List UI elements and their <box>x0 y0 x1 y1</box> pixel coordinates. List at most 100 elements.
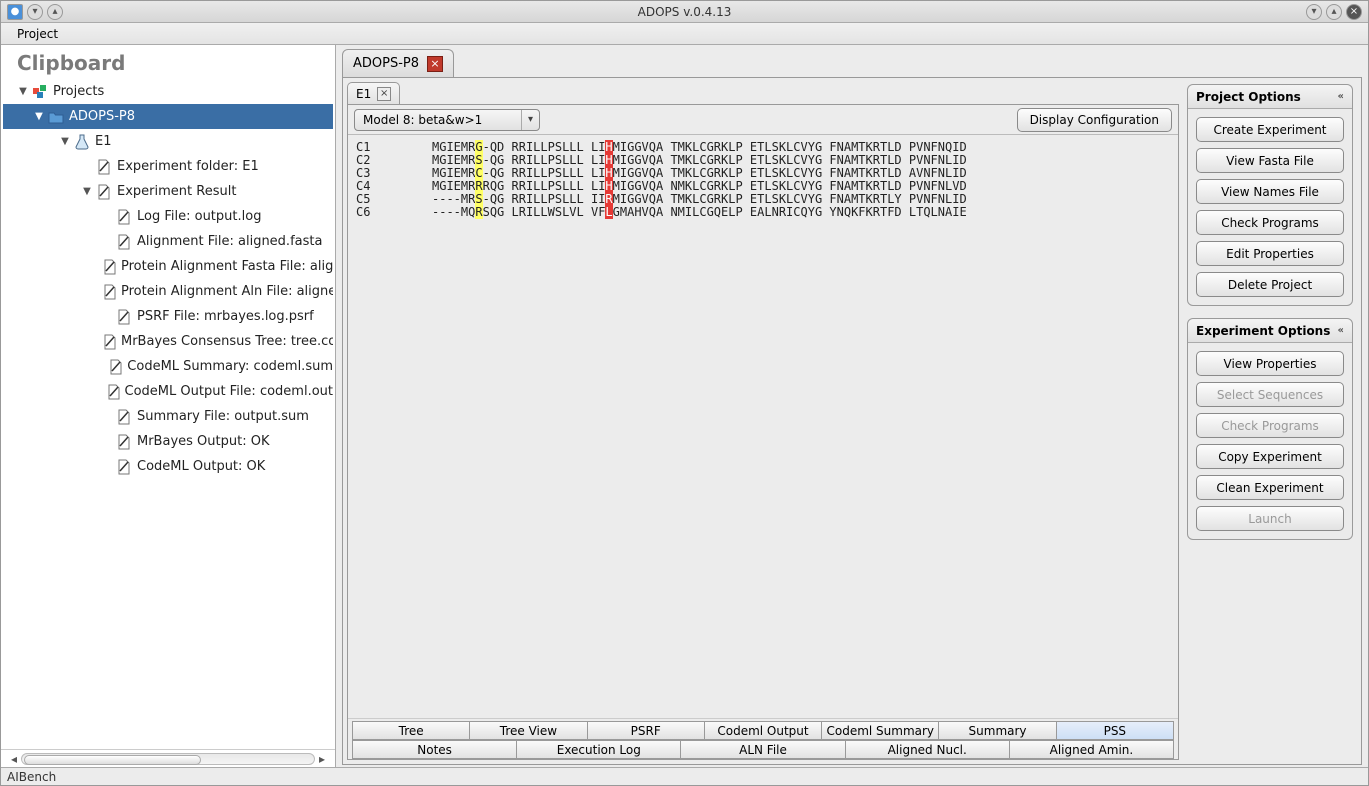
tree-label: MrBayes Consensus Tree: tree.con <box>121 334 333 349</box>
twisty-icon[interactable]: ▼ <box>59 136 71 147</box>
scroll-right-icon[interactable]: ▸ <box>315 752 329 766</box>
tree-project-adops-p8[interactable]: ▼ ADOPS-P8 <box>3 104 333 129</box>
project-options-panel: Project Options « Create Experiment View … <box>1187 84 1353 306</box>
collapse-icon[interactable]: « <box>1338 91 1344 102</box>
tree-experiment-folder[interactable]: Experiment folder: E1 <box>3 154 333 179</box>
experiment-tab-strip: E1 × <box>343 78 1183 104</box>
copy-experiment-button[interactable]: Copy Experiment <box>1196 444 1344 469</box>
project-panel: E1 × Model 8: beta&w>1 ▾ Displ <box>342 77 1362 765</box>
tree-label: Summary File: output.sum <box>137 409 309 424</box>
bottom-tab-summary[interactable]: Summary <box>938 721 1056 740</box>
tree-file[interactable]: Protein Alignment Aln File: aligned_prot… <box>3 279 333 304</box>
titlebar: ● ▾ ▴ ADOPS v.0.4.13 ▾ ▴ × <box>1 1 1368 23</box>
menu-project[interactable]: Project <box>9 25 66 43</box>
twisty-icon[interactable]: ▼ <box>33 111 45 122</box>
projects-icon <box>31 83 49 101</box>
tree-file[interactable]: CodeML Output: OK <box>3 454 333 479</box>
right-column: Project Options « Create Experiment View … <box>1183 78 1361 764</box>
bottom-tab-aligned-amin-[interactable]: Aligned Amin. <box>1009 740 1174 759</box>
tree-experiment-result[interactable]: ▼ Experiment Result <box>3 179 333 204</box>
tree-label: Projects <box>53 84 104 99</box>
create-experiment-button[interactable]: Create Experiment <box>1196 117 1344 142</box>
tree-label: Experiment Result <box>117 184 236 199</box>
collapse-icon[interactable]: « <box>1338 325 1344 336</box>
tree-file[interactable]: MrBayes Consensus Tree: tree.con <box>3 329 333 354</box>
view-fasta-file-button[interactable]: View Fasta File <box>1196 148 1344 173</box>
bottom-tab-tree[interactable]: Tree <box>352 721 470 740</box>
clean-experiment-button[interactable]: Clean Experiment <box>1196 475 1344 500</box>
scroll-track[interactable] <box>21 753 315 765</box>
maximize-icon[interactable]: ▴ <box>1326 4 1342 20</box>
view-properties-button[interactable]: View Properties <box>1196 351 1344 376</box>
check-programs-button: Check Programs <box>1196 413 1344 438</box>
file-icon <box>95 183 113 201</box>
bottom-tab-codeml-summary[interactable]: Codeml Summary <box>821 721 939 740</box>
experiment-panel: Model 8: beta&w>1 ▾ Display Configuratio… <box>347 104 1179 760</box>
launch-button: Launch <box>1196 506 1344 531</box>
twisty-icon[interactable]: ▼ <box>17 86 29 97</box>
bottom-tab-tree-view[interactable]: Tree View <box>469 721 587 740</box>
close-tab-icon[interactable]: × <box>377 87 391 101</box>
tree-file[interactable]: Summary File: output.sum <box>3 404 333 429</box>
bottom-tab-execution-log[interactable]: Execution Log <box>516 740 681 759</box>
file-icon <box>115 433 133 451</box>
file-icon <box>115 233 133 251</box>
app-icon: ● <box>7 4 23 20</box>
bottom-tab-codeml-output[interactable]: Codeml Output <box>704 721 822 740</box>
tree-file[interactable]: Log File: output.log <box>3 204 333 229</box>
file-icon <box>109 358 123 376</box>
project-tab-adops-p8[interactable]: ADOPS-P8 × <box>342 49 454 77</box>
tree-file[interactable]: Protein Alignment Fasta File: aligned_pr… <box>3 254 333 279</box>
tree-file[interactable]: PSRF File: mrbayes.log.psrf <box>3 304 333 329</box>
close-tab-icon[interactable]: × <box>427 56 443 72</box>
file-icon <box>95 158 113 176</box>
display-configuration-button[interactable]: Display Configuration <box>1017 108 1172 132</box>
file-icon <box>115 208 133 226</box>
panel-title[interactable]: Experiment Options « <box>1188 319 1352 343</box>
view-names-file-button[interactable]: View Names File <box>1196 179 1344 204</box>
folder-icon <box>47 108 65 126</box>
bottom-tab-notes[interactable]: Notes <box>352 740 517 759</box>
sequence-id: C6 <box>356 206 432 219</box>
model-select[interactable]: Model 8: beta&w>1 ▾ <box>354 109 540 131</box>
tree-file[interactable]: CodeML Summary: codeml.sum <box>3 354 333 379</box>
minimize-icon[interactable]: ▾ <box>1306 4 1322 20</box>
tree-file[interactable]: Alignment File: aligned.fasta <box>3 229 333 254</box>
edit-properties-button[interactable]: Edit Properties <box>1196 241 1344 266</box>
alignment-view[interactable]: C1MGIEMRG-QD RRILLPSLLL LIHMIGGVQA TMKLC… <box>348 135 1178 718</box>
window-title: ADOPS v.0.4.13 <box>1 5 1368 19</box>
tree-label: PSRF File: mrbayes.log.psrf <box>137 309 314 324</box>
close-icon[interactable]: × <box>1346 4 1362 20</box>
bottom-tab-aln-file[interactable]: ALN File <box>680 740 845 759</box>
tree-file[interactable]: MrBayes Output: OK <box>3 429 333 454</box>
bottom-tab-pss[interactable]: PSS <box>1056 721 1174 740</box>
experiment-tab-e1[interactable]: E1 × <box>347 82 400 104</box>
file-icon <box>103 333 117 351</box>
tree-root-projects[interactable]: ▼ Projects <box>3 79 333 104</box>
app-window: ● ▾ ▴ ADOPS v.0.4.13 ▾ ▴ × Project Clipb… <box>0 0 1369 786</box>
model-select-value: Model 8: beta&w>1 <box>363 113 482 127</box>
titlebar-chevron-down-icon[interactable]: ▾ <box>27 4 43 20</box>
tree-label: MrBayes Output: OK <box>137 434 269 449</box>
project-tab-strip: ADOPS-P8 × <box>336 45 1368 77</box>
tree-label: Log File: output.log <box>137 209 261 224</box>
project-left: E1 × Model 8: beta&w>1 ▾ Displ <box>343 78 1183 764</box>
bottom-tab-psrf[interactable]: PSRF <box>587 721 705 740</box>
menubar: Project <box>1 23 1368 45</box>
panel-title[interactable]: Project Options « <box>1188 85 1352 109</box>
file-icon <box>107 383 121 401</box>
project-tree: ▼ Projects ▼ ADOPS-P8 ▼ <box>3 77 333 479</box>
titlebar-chevron-up-icon[interactable]: ▴ <box>47 4 63 20</box>
twisty-icon[interactable]: ▼ <box>81 186 93 197</box>
tree-experiment-e1[interactable]: ▼ E1 <box>3 129 333 154</box>
status-text: AIBench <box>7 770 56 784</box>
sequence-row: C6----MQRSQG LRILLWSLVL VFLGMAHVQA NMILC… <box>356 206 1170 219</box>
tree-label: ADOPS-P8 <box>69 109 135 124</box>
tree-file[interactable]: CodeML Output File: codeml.out <box>3 379 333 404</box>
delete-project-button[interactable]: Delete Project <box>1196 272 1344 297</box>
check-programs-button[interactable]: Check Programs <box>1196 210 1344 235</box>
file-icon <box>103 283 117 301</box>
bottom-tab-aligned-nucl-[interactable]: Aligned Nucl. <box>845 740 1010 759</box>
sidebar-scrollbar[interactable]: ◂ ▸ <box>1 749 335 767</box>
scroll-left-icon[interactable]: ◂ <box>7 752 21 766</box>
